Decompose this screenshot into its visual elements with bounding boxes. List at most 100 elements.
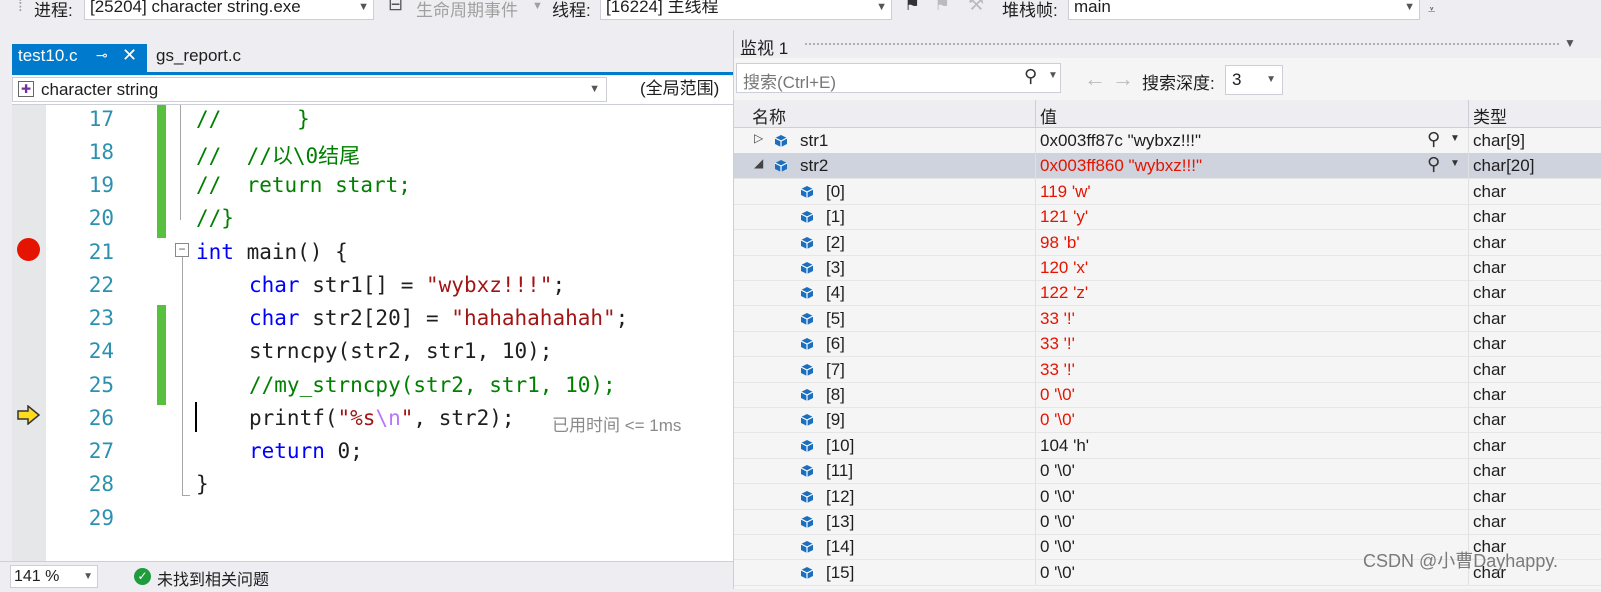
- watch-row-value[interactable]: 119 'w': [1040, 182, 1091, 202]
- code-text: str2[20] =: [299, 306, 452, 330]
- thread-combo[interactable]: [16224] 主线程 ▼: [600, 0, 892, 20]
- search-backward-icon[interactable]: ←: [1084, 66, 1106, 92]
- column-divider: [1035, 305, 1036, 331]
- watch-row-type: char: [1473, 334, 1507, 354]
- change-indicator: [157, 105, 166, 238]
- tab-test10-c[interactable]: test10.c ⊸ ✕: [12, 44, 147, 72]
- title-bar-grip[interactable]: [804, 42, 1559, 47]
- perf-tip-elapsed[interactable]: 已用时间 <= 1ms: [552, 411, 681, 436]
- indicator-margin[interactable]: [12, 105, 46, 561]
- watch-row-value[interactable]: 0 '\0': [1040, 410, 1075, 430]
- column-divider: [1035, 382, 1036, 407]
- watch-row-value[interactable]: 122 'z': [1040, 283, 1088, 303]
- watch-row-value[interactable]: 120 'x': [1040, 258, 1088, 278]
- search-input[interactable]: 搜索(Ctrl+E): [743, 68, 836, 93]
- watch-row-value[interactable]: 104 'h': [1040, 436, 1089, 456]
- watch-row[interactable]: [9] 0 '\0' char: [734, 407, 1601, 434]
- flag-all-icon[interactable]: ⚑: [934, 0, 950, 15]
- watch-row-value[interactable]: 98 'b': [1040, 233, 1080, 253]
- watch-row[interactable]: ▷ str1 0x003ff87c "wybxz!!!" ⚲ ▼ char[9]: [734, 128, 1601, 154]
- visualizer-search-icon[interactable]: ⚲: [1427, 129, 1440, 150]
- collapse-arrow-icon[interactable]: ◢: [754, 156, 763, 170]
- watch-row[interactable]: [10] 104 'h' char: [734, 432, 1601, 459]
- issues-status[interactable]: 未找到相关问题: [157, 566, 269, 590]
- watch-column-header: 名称 值 类型: [734, 100, 1601, 128]
- process-combo[interactable]: [25204] character string.exe ▼: [84, 0, 374, 20]
- filter-threads-icon[interactable]: ⚒: [968, 0, 984, 15]
- lifecycle-events-label[interactable]: 生命周期事件: [416, 0, 518, 21]
- stackframe-combo[interactable]: main ▼: [1068, 0, 1420, 20]
- tab-gs-report-c[interactable]: gs_report.c: [150, 44, 270, 72]
- code-line-21: int main() {: [196, 240, 348, 264]
- watch-row[interactable]: [4] 122 'z' char: [734, 280, 1601, 307]
- check-circle-icon: ✓: [134, 568, 151, 585]
- watch-row-value[interactable]: 0 '\0': [1040, 487, 1075, 507]
- watch-title-bar: 监视 1 ▼: [734, 30, 1601, 58]
- chevron-down-icon[interactable]: ▼: [1564, 36, 1576, 50]
- flag-thread-icon[interactable]: ⚑: [904, 0, 920, 15]
- variable-cube-icon: [800, 235, 814, 249]
- variable-cube-icon: [800, 260, 814, 274]
- column-divider[interactable]: [1035, 100, 1036, 127]
- watch-row[interactable]: [8] 0 '\0' char: [734, 382, 1601, 408]
- thread-value: [16224] 主线程: [606, 0, 719, 16]
- visualizer-search-icon[interactable]: ⚲: [1427, 154, 1440, 175]
- lifecycle-events-icon[interactable]: ⊟: [388, 0, 403, 15]
- search-depth-label: 搜索深度:: [1142, 74, 1215, 93]
- watch-row[interactable]: [13] 0 '\0' char: [734, 509, 1601, 535]
- expand-arrow-icon[interactable]: ▷: [754, 131, 763, 145]
- watch-row-value[interactable]: 0 '\0': [1040, 385, 1075, 405]
- column-type-header[interactable]: 类型: [1473, 103, 1507, 128]
- watch-row-value[interactable]: 0 '\0': [1040, 461, 1075, 481]
- column-divider: [1035, 458, 1036, 484]
- watch-row-value[interactable]: 0 '\0': [1040, 512, 1075, 532]
- variable-cube-icon: [800, 387, 814, 401]
- column-name-header[interactable]: 名称: [752, 103, 786, 128]
- watch-row[interactable]: [1] 121 'y' char: [734, 204, 1601, 231]
- chevron-down-icon[interactable]: ▼: [1450, 133, 1460, 144]
- current-statement-arrow-icon: [17, 404, 41, 426]
- watch-row[interactable]: [3] 120 'x' char: [734, 255, 1601, 281]
- watch-row[interactable]: [12] 0 '\0' char: [734, 483, 1601, 510]
- watch-row-value[interactable]: 33 '!': [1040, 309, 1075, 329]
- tab-underline: [12, 72, 733, 75]
- close-icon[interactable]: ✕: [122, 45, 137, 66]
- zoom-combo[interactable]: 141 % ▼: [10, 565, 98, 588]
- search-icon[interactable]: ⚲: [1024, 66, 1037, 87]
- watch-row[interactable]: [2] 98 'b' char: [734, 229, 1601, 256]
- watch-row-value[interactable]: 0x003ff87c "wybxz!!!": [1040, 131, 1201, 151]
- search-forward-icon[interactable]: →: [1112, 66, 1134, 92]
- editor-status-bar: 141 % ▼ ✓ 未找到相关问题: [0, 561, 733, 592]
- project-scope-combo[interactable]: ✚ character string ▼: [12, 77, 607, 102]
- chevron-down-icon[interactable]: ▼: [1450, 158, 1460, 169]
- line-number: 17: [88, 107, 114, 131]
- watch-row[interactable]: ◢ str2 0x003ff860 "wybxz!!!" ⚲ ▼ char[20]: [734, 153, 1601, 180]
- watch-row[interactable]: [6] 33 '!' char: [734, 331, 1601, 358]
- pin-icon[interactable]: ⊸: [96, 47, 108, 64]
- column-divider[interactable]: [1468, 100, 1469, 127]
- watch-row-value[interactable]: 121 'y': [1040, 207, 1088, 227]
- watch-row[interactable]: [5] 33 '!' char: [734, 305, 1601, 332]
- variable-cube-icon: [800, 285, 814, 300]
- line-number: 29: [88, 506, 114, 530]
- watch-row[interactable]: [11] 0 '\0' char: [734, 458, 1601, 485]
- variable-cube-icon: [774, 158, 788, 173]
- search-depth-combo[interactable]: 3 ▼: [1225, 65, 1283, 95]
- watch-row-value[interactable]: 33 '!': [1040, 360, 1075, 380]
- code-area[interactable]: − 17 18 19 20 21 22 23 24 25 26 27 28 29…: [12, 105, 733, 561]
- watch-row-value[interactable]: 0 '\0': [1040, 563, 1075, 583]
- toolbar-overflow-icon[interactable]: ⩡: [1428, 2, 1435, 18]
- watch-row-value[interactable]: 0 '\0': [1040, 537, 1075, 557]
- column-divider: [1468, 229, 1469, 255]
- watch-row-value[interactable]: 33 '!': [1040, 334, 1075, 354]
- collapse-icon[interactable]: −: [175, 243, 189, 257]
- watch-row-value[interactable]: 0x003ff860 "wybxz!!!": [1040, 156, 1202, 176]
- watch-row[interactable]: [7] 33 '!' char: [734, 356, 1601, 383]
- watch-row-name: [13]: [826, 512, 855, 531]
- watch-search-box[interactable]: 搜索(Ctrl+E) ⚲ ▼: [736, 63, 1061, 93]
- watch-row[interactable]: [0] 119 'w' char: [734, 178, 1601, 205]
- debug-toolbar: ⁞ 进程: [25204] character string.exe ▼ ⊟ 生…: [0, 0, 1601, 22]
- chevron-down-icon[interactable]: ▼: [1048, 70, 1058, 81]
- breakpoint-icon[interactable]: [17, 238, 40, 261]
- column-value-header[interactable]: 值: [1040, 103, 1057, 128]
